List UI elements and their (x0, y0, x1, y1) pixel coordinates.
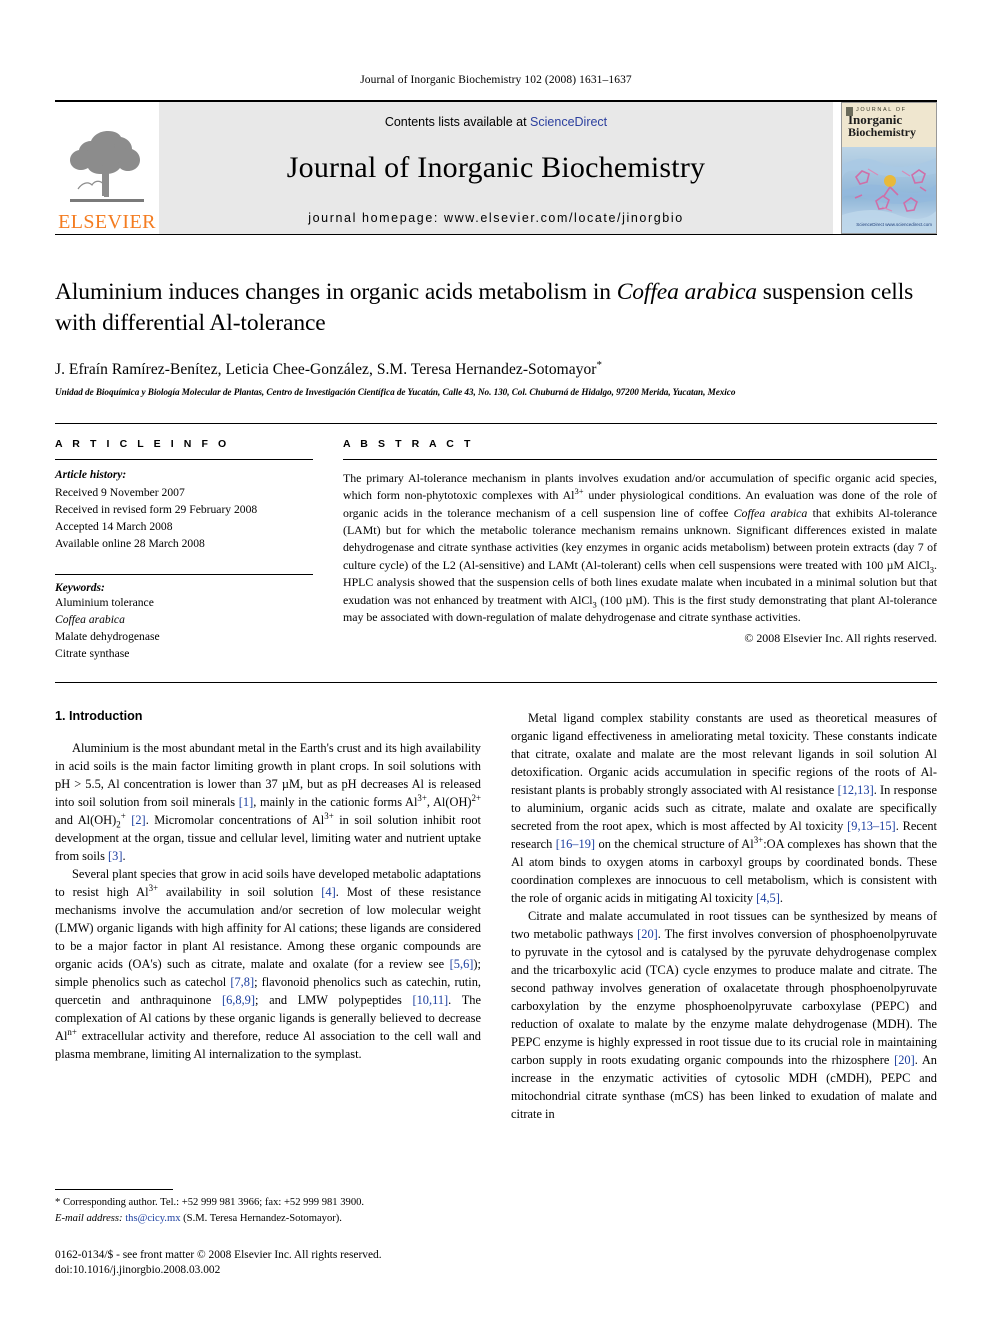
journal-homepage[interactable]: journal homepage: www.elsevier.com/locat… (308, 211, 684, 225)
journal-title: Journal of Inorganic Biochemistry (286, 151, 706, 184)
abstract-rule (343, 458, 937, 460)
doi-line: doi:10.1016/j.jinorgbio.2008.03.002 (55, 1264, 221, 1277)
elsevier-wordmark: ELSEVIER (58, 211, 156, 233)
cover-title-line2: Biochemistry (848, 125, 916, 140)
keywords-rule (55, 573, 313, 575)
keywords-block: Keywords: Aluminium tolerance Coffea ara… (55, 573, 313, 662)
article-info-rule (55, 458, 313, 460)
keyword-item: Coffea arabica (55, 612, 125, 626)
article-history-block: Article history: Received 9 November 200… (55, 467, 313, 552)
article-history-label: Article history: (55, 468, 127, 481)
cover-sciencedirect-mark: ScienceDirect www.sciencedirect.com (856, 222, 932, 228)
journal-masthead: ELSEVIER Contents lists available at Sci… (55, 100, 937, 234)
elsevier-logo: ELSEVIER (55, 102, 159, 234)
affiliation: Unidad de Bioquímica y Biología Molecula… (55, 386, 736, 397)
article-title-part1: Aluminium induces changes in organic aci… (55, 279, 617, 305)
cover-molecule-graphic (842, 157, 936, 233)
issn-front-matter: 0162-0134/$ - see front matter © 2008 El… (55, 1248, 382, 1261)
author-list: J. Efraín Ramírez-Benítez, Leticia Chee-… (55, 359, 937, 379)
cover-title-line1: Inorganic (848, 112, 903, 127)
article-title-species: Coffea arabica (616, 279, 757, 305)
body-columns: 1. Introduction Aluminium is the most ab… (55, 709, 937, 1123)
elsevier-tree-icon (70, 131, 144, 202)
article-info-column: A R T I C L E I N F O Article history: R… (55, 424, 313, 662)
history-item: Received in revised form 29 February 200… (55, 502, 258, 516)
cover-elsevier-icon (846, 107, 853, 116)
article-info-heading: A R T I C L E I N F O (55, 437, 230, 450)
body-paragraph: Several plant species that grow in acid … (55, 866, 481, 1061)
contents-available-line: Contents lists available at ScienceDirec… (385, 115, 607, 129)
footnote-area: * Corresponding author. Tel.: +52 999 98… (55, 1189, 481, 1279)
sciencedirect-link[interactable]: ScienceDirect (530, 115, 607, 129)
corresponding-author-marker: * (596, 358, 603, 371)
history-item: Available online 28 March 2008 (55, 536, 205, 550)
body-top-rule (55, 681, 937, 683)
journal-banner: Contents lists available at ScienceDirec… (159, 102, 833, 234)
corresponding-author-email: E-mail address: ths@cicy.mx (S.M. Teresa… (55, 1212, 342, 1224)
imprint-block: 0162-0134/$ - see front matter © 2008 El… (55, 1248, 481, 1279)
abstract-heading: A B S T R A C T (343, 437, 474, 450)
keyword-item: Aluminium tolerance (55, 595, 154, 609)
abstract-copyright: © 2008 Elsevier Inc. All rights reserved… (744, 630, 937, 645)
info-abstract-region: A R T I C L E I N F O Article history: R… (55, 422, 937, 662)
footnote-rule (55, 1189, 173, 1191)
keyword-item: Malate dehydrogenase (55, 629, 160, 643)
body-column-right: Metal ligand complex stability constants… (511, 709, 937, 1123)
contents-available-prefix: Contents lists available at (384, 115, 531, 129)
article-title: Aluminium induces changes in organic aci… (55, 277, 937, 340)
history-item: Accepted 14 March 2008 (55, 519, 173, 533)
running-head: Journal of Inorganic Biochemistry 102 (2… (360, 74, 632, 86)
author-names: J. Efraín Ramírez-Benítez, Leticia Chee-… (55, 360, 597, 378)
keywords-label: Keywords: (55, 581, 105, 594)
keyword-item: Citrate synthase (55, 646, 130, 660)
paper-page: Journal of Inorganic Biochemistry 102 (2… (0, 0, 992, 1323)
journal-cover-thumbnail: JOURNAL OF Inorganic Biochemistry Scienc… (841, 102, 937, 234)
body-paragraph: Aluminium is the most abundant metal in … (55, 740, 481, 863)
corresponding-author-note: * Corresponding author. Tel.: +52 999 98… (55, 1197, 365, 1209)
keywords-list: Aluminium tolerance Coffea arabica Malat… (55, 594, 313, 662)
body-paragraph: Citrate and malate accumulated in root t… (511, 908, 937, 1121)
title-block: Aluminium induces changes in organic aci… (55, 235, 937, 397)
section-heading-introduction: 1. Introduction (55, 708, 143, 723)
history-item: Received 9 November 2007 (55, 485, 185, 499)
abstract-column: A B S T R A C T The primary Al-tolerance… (343, 424, 937, 662)
abstract-text: The primary Al-tolerance mechanism in pl… (343, 470, 937, 625)
body-column-left: 1. Introduction Aluminium is the most ab… (55, 709, 481, 1123)
body-paragraph: Metal ligand complex stability constants… (511, 710, 937, 905)
